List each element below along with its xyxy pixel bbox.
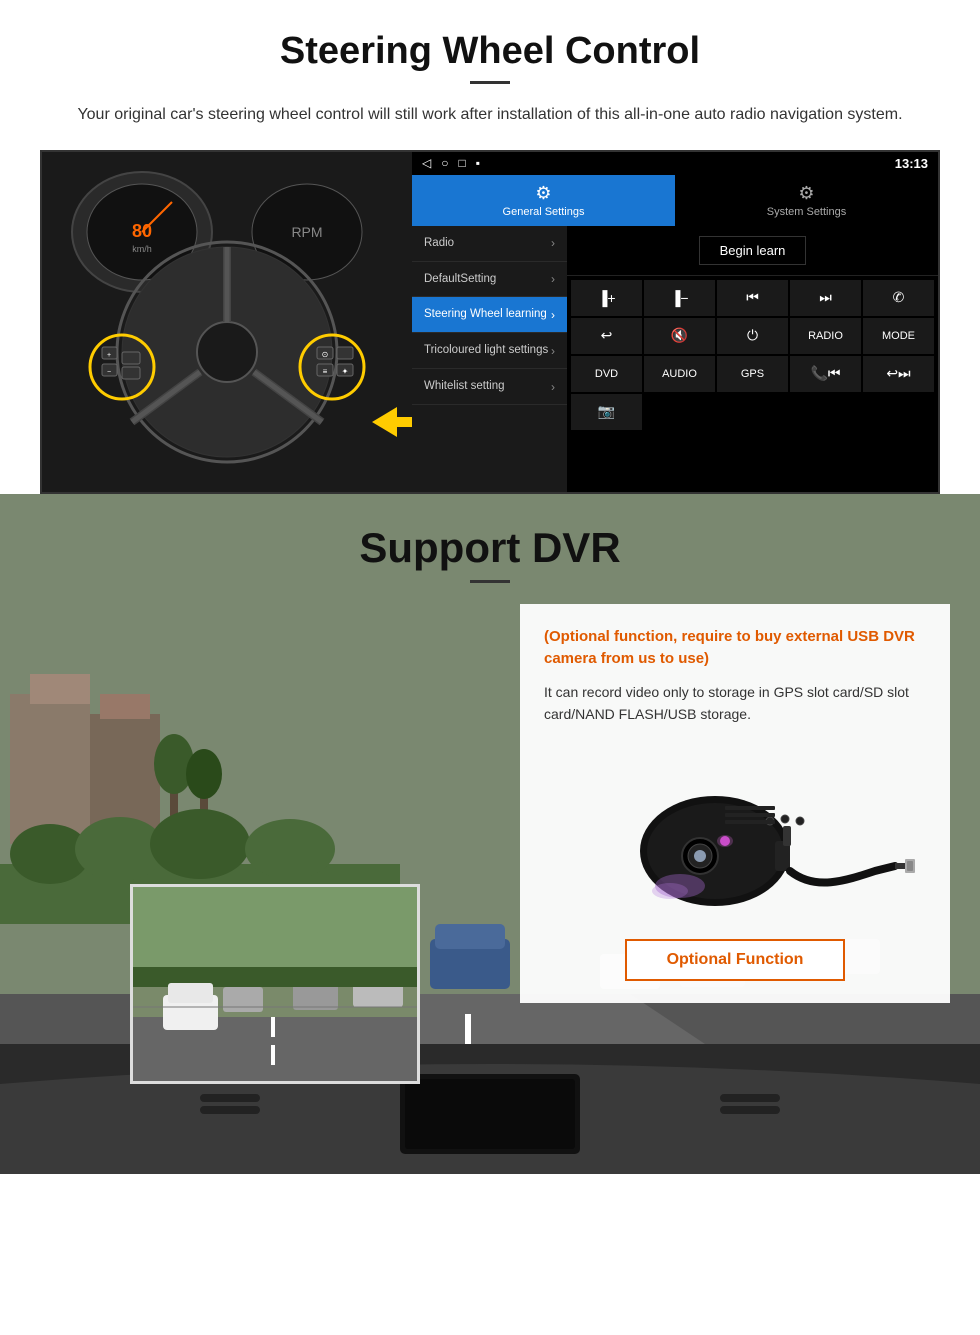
settings-menu: Radio › DefaultSetting › Steering Wheel … (412, 226, 567, 492)
gps-label: GPS (741, 368, 764, 380)
steering-wheel-section: Steering Wheel Control Your original car… (0, 0, 980, 494)
chevron-right-icon: › (551, 236, 555, 250)
phone-icon: ✆ (893, 289, 905, 306)
mute-icon: 🔇 (671, 327, 688, 344)
menu-item-whitelist[interactable]: Whitelist setting › (412, 369, 567, 405)
phone-button[interactable]: ✆ (863, 280, 934, 316)
screenshot-icon[interactable]: ▪ (476, 156, 480, 170)
back-next-button[interactable]: ↩⏭ (863, 356, 934, 392)
dvr-inset-image (130, 884, 420, 1084)
camera-icon: 📷 (598, 403, 615, 420)
statusbar-nav-icons: ◁ ○ □ ▪ (422, 156, 480, 170)
dvr-camera-image-area (544, 741, 926, 921)
menu-tricolour-label: Tricoloured light settings (424, 343, 548, 358)
menu-default-label: DefaultSetting (424, 272, 496, 287)
steering-photo: 80 km/h RPM (42, 152, 412, 492)
prev-track-icon: ⏮ (746, 289, 759, 306)
dvr-title-divider (470, 580, 510, 583)
dvr-section: Support DVR (Optional function, req (0, 494, 980, 1174)
svg-text:RPM: RPM (291, 224, 322, 240)
control-buttons-grid: ▐+ ▐− ⏮ ⏭ ✆ (567, 276, 938, 434)
tab-general-label: General Settings (503, 206, 585, 218)
chevron-right-icon: › (551, 380, 555, 394)
dvr-description: It can record video only to storage in G… (544, 681, 926, 726)
dvr-optional-text: (Optional function, require to buy exter… (544, 626, 926, 671)
optional-function-button[interactable]: Optional Function (625, 939, 846, 981)
dvd-label: DVD (595, 368, 618, 380)
svg-text:+: + (107, 352, 111, 359)
next-track-icon: ⏭ (819, 289, 832, 306)
home-icon[interactable]: ○ (441, 156, 448, 170)
gps-button[interactable]: GPS (717, 356, 788, 392)
power-icon: ⏻ (747, 327, 758, 344)
steering-photo-area: 80 km/h RPM (42, 152, 412, 492)
mute-button[interactable]: 🔇 (644, 318, 715, 354)
audio-button[interactable]: AUDIO (644, 356, 715, 392)
menu-item-radio[interactable]: Radio › (412, 226, 567, 262)
radio-button[interactable]: RADIO (790, 318, 861, 354)
menu-item-steering[interactable]: Steering Wheel learning › (412, 297, 567, 333)
begin-learn-button[interactable]: Begin learn (699, 236, 807, 265)
begin-learn-area: Begin learn (567, 226, 938, 276)
tab-system-settings[interactable]: ⚙ System Settings (675, 175, 938, 226)
dvr-title-area: Support DVR (0, 494, 980, 603)
chevron-right-icon: › (551, 272, 555, 286)
android-content: Radio › DefaultSetting › Steering Wheel … (412, 226, 938, 492)
vol-down-button[interactable]: ▐− (644, 280, 715, 316)
camera-button[interactable]: 📷 (571, 394, 642, 430)
tab-general-settings[interactable]: ⚙ General Settings (412, 175, 675, 226)
menu-steering-label: Steering Wheel learning (424, 307, 547, 322)
phone-prev-icon: 📞⏮ (810, 365, 840, 382)
mode-label: MODE (882, 330, 915, 342)
vol-down-icon: ▐− (670, 290, 688, 306)
vol-up-button[interactable]: ▐+ (571, 280, 642, 316)
menu-item-tricolour[interactable]: Tricoloured light settings › (412, 333, 567, 369)
svg-text:✦: ✦ (342, 367, 349, 376)
mode-button[interactable]: MODE (863, 318, 934, 354)
dvd-button[interactable]: DVD (571, 356, 642, 392)
chevron-right-icon: › (551, 308, 555, 322)
recents-icon[interactable]: □ (458, 156, 465, 170)
title-divider (470, 81, 510, 84)
statusbar-time: 13:13 (895, 156, 928, 171)
android-statusbar: ◁ ○ □ ▪ 13:13 (412, 152, 938, 175)
menu-whitelist-label: Whitelist setting (424, 379, 505, 394)
dvr-info-card: (Optional function, require to buy exter… (520, 604, 950, 1004)
phone-prev-button[interactable]: 📞⏮ (790, 356, 861, 392)
audio-label: AUDIO (662, 368, 697, 380)
power-button[interactable]: ⏻ (717, 318, 788, 354)
android-tabs: ⚙ General Settings ⚙ System Settings (412, 175, 938, 226)
back-icon[interactable]: ◁ (422, 156, 431, 170)
chevron-right-icon: › (551, 344, 555, 358)
gear-icon: ⚙ (535, 183, 551, 204)
svg-text:−: − (107, 369, 111, 376)
svg-text:km/h: km/h (132, 244, 152, 254)
tab-system-label: System Settings (767, 206, 846, 218)
steering-control-panel: Begin learn ▐+ ▐− ⏮ (567, 226, 938, 492)
next-track-button[interactable]: ⏭ (790, 280, 861, 316)
svg-text:⊙: ⊙ (322, 350, 329, 359)
android-panel: ◁ ○ □ ▪ 13:13 ⚙ General Settings ⚙ Syste… (412, 152, 938, 492)
svg-text:≡: ≡ (323, 367, 328, 376)
menu-item-default[interactable]: DefaultSetting › (412, 262, 567, 298)
radio-label: RADIO (808, 330, 843, 342)
prev-track-button[interactable]: ⏮ (717, 280, 788, 316)
steering-section-title: Steering Wheel Control (40, 30, 940, 73)
android-mockup: 80 km/h RPM (40, 150, 940, 494)
back-call-button[interactable]: ↩ (571, 318, 642, 354)
steering-section-subtitle: Your original car's steering wheel contr… (40, 102, 940, 128)
vol-up-icon: ▐+ (597, 290, 615, 306)
dvr-section-title: Support DVR (0, 524, 980, 572)
menu-radio-label: Radio (424, 236, 454, 251)
system-icon: ⚙ (798, 183, 814, 204)
hang-up-icon: ↩ (601, 327, 613, 344)
back-next-icon: ↩⏭ (886, 365, 910, 382)
